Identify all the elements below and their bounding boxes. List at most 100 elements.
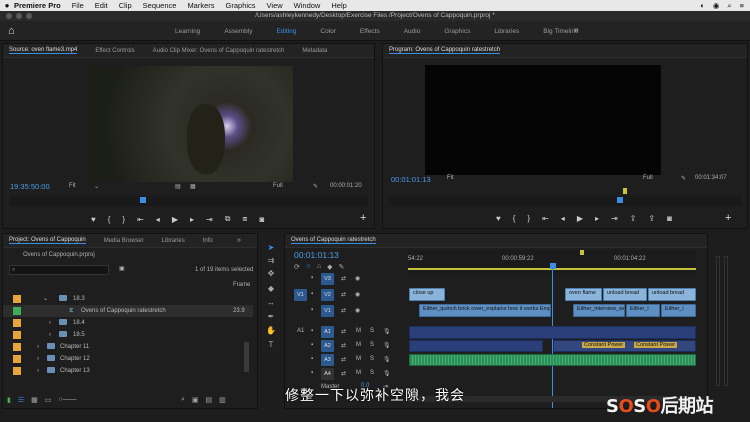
add-button-icon[interactable]: + [360,212,366,224]
timeline-clip[interactable]: Either_interview_wo [573,304,625,317]
source-patch-v1[interactable]: V1 [294,289,307,301]
label-color-swatch[interactable] [13,319,21,327]
program-ruler[interactable] [389,188,741,206]
close-icon[interactable] [6,13,12,19]
timeline-playhead-handle[interactable] [550,263,556,269]
mute-button[interactable]: M [356,328,361,334]
lock-icon[interactable]: ▪ [311,328,313,334]
label-color-swatch[interactable] [13,343,21,351]
tab-metadata[interactable]: Metadata [302,48,327,54]
program-video-frame[interactable] [425,65,661,175]
go-to-in-icon[interactable]: ⇤ [542,214,549,223]
audio-clip[interactable] [409,326,696,339]
sync-lock-icon[interactable]: ⇄ [341,370,346,377]
status-icon-2[interactable]: ◉ [713,1,720,11]
export-frame-icon[interactable]: ◙ [667,214,672,223]
lock-icon[interactable]: ▪ [311,275,313,281]
list-item[interactable]: › Chapter 12 [3,353,253,365]
tab-effect-controls[interactable]: Effect Controls [95,48,134,54]
apple-menu-icon[interactable]: ● [0,1,14,10]
solo-button[interactable]: S [370,328,374,334]
timeline-timecode[interactable]: 00:01:01:13 [294,250,339,260]
timeline-clip[interactable]: Either_i [661,304,696,317]
workspace-tab-libraries[interactable]: Libraries [494,28,519,35]
lock-icon[interactable]: ▪ [311,370,313,376]
type-tool-icon[interactable]: T [266,340,276,350]
workspace-tab-assembly[interactable]: Assembly [224,28,252,35]
voiceover-icon[interactable]: 🎙 [383,328,391,335]
workspace-tab-audio[interactable]: Audio [404,28,421,35]
app-menu[interactable]: Premiere Pro [14,1,61,10]
insert-icon[interactable]: ⧉ [225,214,231,224]
workspace-tab-graphics[interactable]: Graphics [444,28,470,35]
label-color-swatch[interactable] [13,295,21,303]
menu-view[interactable]: View [267,1,283,10]
export-frame-icon[interactable]: ◙ [260,215,265,224]
notification-icon[interactable]: ≡ [740,1,744,11]
source-ruler[interactable] [10,196,368,206]
tab-timeline[interactable]: Ovens of Cappoquin ratestretch [291,237,376,244]
extract-icon[interactable]: ⇪ [648,214,655,223]
transition-label[interactable]: Constant Power [634,342,678,348]
eye-icon[interactable]: ◉ [355,275,360,282]
mark-in-icon[interactable]: { [513,214,516,223]
track-target-v3[interactable]: V3 [321,273,334,285]
tab-info[interactable]: Info [203,238,213,244]
track-target-a1[interactable]: A1 [321,326,334,338]
add-button-icon[interactable]: + [725,212,731,224]
voiceover-icon[interactable]: 🎙 [383,356,391,363]
timeline-clip[interactable]: unload bread [648,288,696,301]
label-color-swatch[interactable] [13,355,21,363]
sync-lock-icon[interactable]: ⇄ [341,356,346,363]
lock-icon[interactable]: ▪ [311,342,313,348]
program-playhead[interactable] [617,197,623,203]
eye-icon[interactable]: ◉ [355,307,360,314]
source-video-frame[interactable] [87,66,293,182]
sync-lock-icon[interactable]: ⇄ [341,275,346,282]
solo-button[interactable]: S [370,342,374,348]
disclosure-closed-icon[interactable]: › [37,353,39,365]
source-fit-select[interactable]: Fit [69,183,76,189]
tab-source[interactable]: Source: oven flame3.mp4 [9,47,78,54]
source-patch-a1[interactable]: A1 [297,328,304,334]
menu-markers[interactable]: Markers [187,1,214,10]
workspace-tab-effects[interactable]: Effects [360,28,380,35]
timeline-clip[interactable]: Either_quinch brick oven_explains how it… [419,304,551,317]
sync-lock-icon[interactable]: ⇄ [341,307,346,314]
program-timecode[interactable]: 00:01:01:13 [391,175,431,184]
track-select-tool-icon[interactable]: ⇉ [266,256,276,266]
mute-button[interactable]: M [356,370,361,376]
go-to-out-icon[interactable]: ⇥ [611,214,618,223]
disclosure-closed-icon[interactable]: › [49,317,51,329]
project-search-input[interactable]: ⌕ [9,265,109,275]
window-controls[interactable] [6,13,32,19]
timeline-clip[interactable]: close up [409,288,445,301]
list-item[interactable]: ⧖ Ovens of Cappoquin ratestretch 23.9 [3,305,253,317]
lock-icon[interactable]: ▪ [311,356,313,362]
spotlight-icon[interactable]: ⌕ [727,1,731,11]
disclosure-closed-icon[interactable]: › [37,365,39,377]
scrollbar[interactable] [244,342,249,372]
lift-icon[interactable]: ⇧ [630,214,637,223]
chevron-down-icon[interactable]: ⌄ [94,183,99,190]
list-item[interactable]: › Chapter 11 [3,341,253,353]
mute-button[interactable]: M [356,342,361,348]
tab-media-browser[interactable]: Media Browser [104,238,144,244]
disclosure-closed-icon[interactable]: › [37,341,39,353]
tab-audio-clip-mixer[interactable]: Audio Clip Mixer: Ovens of Cappoquin rat… [153,48,285,54]
timecode-icon[interactable]: ▦ [190,183,196,190]
label-color-swatch[interactable] [13,367,21,375]
timeline-clip[interactable]: Either_i [626,304,660,317]
menu-edit[interactable]: Edit [95,1,108,10]
new-bin-icon[interactable]: ▣ [119,265,125,272]
audio-clip[interactable] [409,354,696,366]
timeline-settings-icon[interactable]: ✎ [339,263,345,271]
menu-file[interactable]: File [72,1,84,10]
workspace-tab-learning[interactable]: Learning [175,28,200,35]
ripple-edit-tool-icon[interactable]: ✥ [266,269,276,279]
tab-program[interactable]: Program: Ovens of Cappoquin ratestretch [389,47,501,54]
lock-icon[interactable]: ▪ [311,307,313,313]
audio-clip[interactable] [409,340,543,352]
track-target-a2[interactable]: A2 [321,340,334,352]
lock-icon[interactable]: ▪ [311,291,313,297]
